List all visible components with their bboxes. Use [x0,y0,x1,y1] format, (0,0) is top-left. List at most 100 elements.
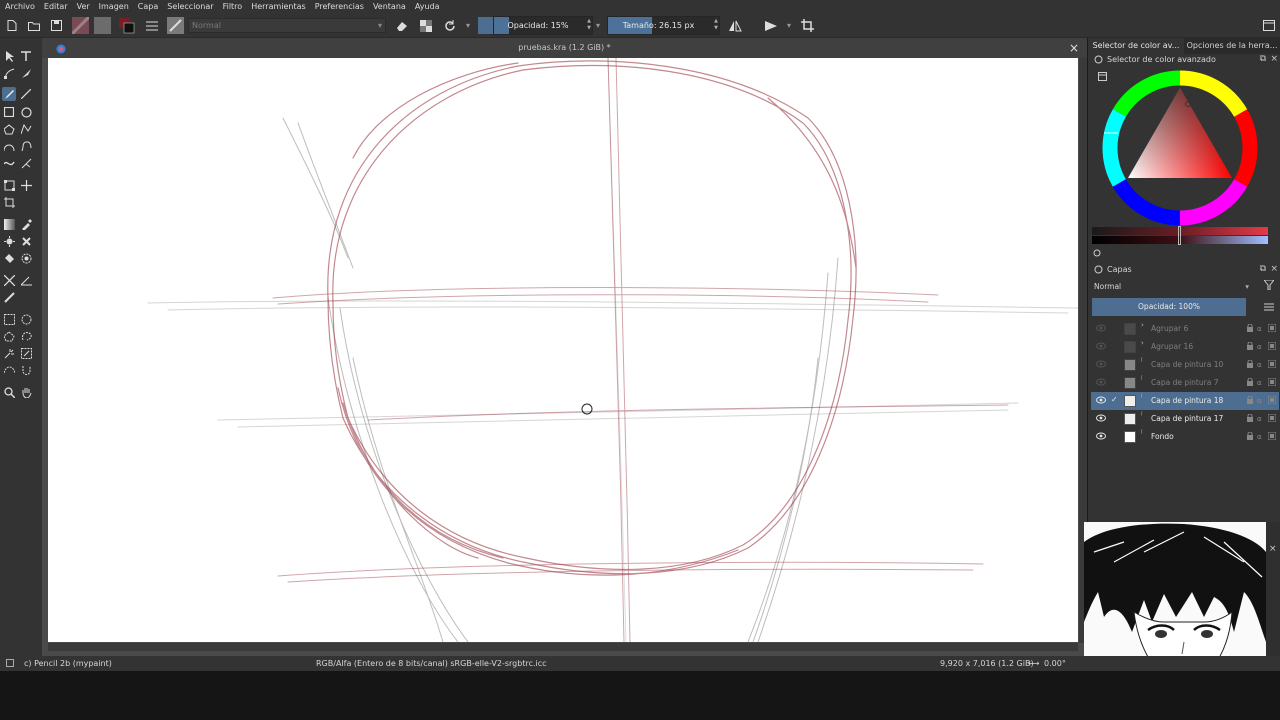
polyline-tool-icon[interactable] [19,122,33,136]
close-icon[interactable]: × [1269,544,1277,554]
visibility-eye-icon[interactable] [1096,432,1106,442]
bezier-curve-tool-icon[interactable] [2,139,16,153]
save-icon[interactable] [48,17,64,34]
visibility-eye-icon[interactable] [1096,324,1106,334]
tab-tool-options[interactable]: Opciones de la herra... [1184,38,1280,54]
visibility-eye-icon[interactable] [1096,342,1106,352]
color-swatch-icon[interactable] [477,17,493,34]
calligraphy-tool-icon[interactable] [19,66,33,80]
layer-row[interactable]: ✓ ᶴ Capa de pintura 18 α [1091,392,1279,410]
edit-shapes-tool-icon[interactable] [2,66,16,80]
visibility-eye-icon[interactable] [1096,396,1106,406]
shade-marker[interactable] [1178,226,1181,245]
chevron-down-icon[interactable]: ▾ [594,17,602,34]
pan-tool-icon[interactable] [19,385,33,399]
close-document-icon[interactable]: × [1069,40,1079,56]
assistant-tool-icon[interactable] [2,273,16,287]
expand-chevron-icon[interactable]: › [1141,321,1144,329]
layer-blend-select[interactable]: Normal ▾ [1091,280,1253,293]
spin-arrows-icon[interactable]: ▲ ▼ [714,18,718,32]
freehand-brush-tool-icon[interactable] [2,87,16,101]
smart-patch-tool-icon[interactable] [19,234,33,248]
measure-tool-icon[interactable] [19,273,33,287]
float-panel-icon[interactable]: ⧉ [1260,54,1266,64]
layer-row[interactable]: ᶴ Fondo α [1091,428,1279,446]
ellipse-select-tool-icon[interactable] [19,312,33,326]
similar-select-tool-icon[interactable] [19,346,33,360]
lock-icon[interactable] [1246,323,1254,332]
zoom-tool-icon[interactable] [2,385,16,399]
menu-imagen[interactable]: Imagen [99,2,129,11]
layer-row[interactable]: › Agrupar 6 α [1091,320,1279,338]
menu-seleccionar[interactable]: Seleccionar [167,2,213,11]
fill-tool-icon[interactable] [2,251,16,265]
inherit-alpha-icon[interactable] [1267,359,1277,369]
layer-style-icon[interactable]: ᶴ [1141,393,1143,401]
layer-row[interactable]: ᶴ Capa de pintura 17 α [1091,410,1279,428]
reference-images-tool-icon[interactable] [2,290,16,304]
opacity-slider[interactable]: Opacidad: 15% ▲ ▼ [493,16,593,35]
lock-icon[interactable] [1246,413,1254,422]
layer-row[interactable]: ᶴ Capa de pintura 10 α [1091,356,1279,374]
alpha-lock-icon[interactable]: α [1257,378,1265,387]
line-tool-icon[interactable] [19,87,33,101]
magnetic-select-tool-icon[interactable] [19,363,33,377]
alpha-lock-icon[interactable] [418,17,434,34]
move-tool-icon[interactable] [19,178,33,192]
alpha-lock-icon[interactable]: α [1257,360,1265,369]
float-panel-icon[interactable]: ⧉ [1260,264,1266,274]
inherit-alpha-icon[interactable] [1267,377,1277,387]
alpha-lock-icon[interactable]: α [1257,324,1265,333]
colorize-mask-tool-icon[interactable] [2,234,16,248]
filter-icon[interactable] [1262,279,1276,292]
layer-style-icon[interactable]: ᶴ [1141,429,1143,437]
visibility-eye-icon[interactable] [1096,378,1106,388]
chevron-down-icon[interactable]: ▾ [785,17,793,34]
horizontal-scrollbar[interactable] [48,643,1078,651]
pattern-swatch-icon[interactable] [93,17,111,34]
mirror-vertical-icon[interactable] [763,17,779,34]
menu-ayuda[interactable]: Ayuda [415,2,440,11]
spin-arrows-icon[interactable]: ▲ ▼ [587,18,591,32]
inherit-alpha-icon[interactable] [1267,323,1277,333]
close-panel-icon[interactable]: × [1270,54,1278,64]
menu-capa[interactable]: Capa [138,2,158,11]
alpha-lock-icon[interactable]: α [1257,396,1265,405]
menu-editar[interactable]: Editar [44,2,68,11]
lock-icon[interactable] [1246,377,1254,386]
expand-chevron-icon[interactable]: › [1141,339,1144,347]
inherit-alpha-icon[interactable] [1267,413,1277,423]
hue-ring[interactable] [1092,68,1274,248]
brush-preset-icon[interactable] [166,17,184,34]
rotation-value[interactable]: 0.00° [1044,659,1066,668]
ellipse-tool-icon[interactable] [19,105,33,119]
layers-settings-icon[interactable] [1094,265,1103,276]
color-menu-icon[interactable] [1098,72,1107,83]
settings-icon[interactable] [1094,55,1103,66]
open-folder-icon[interactable] [26,17,42,34]
color-wheel-area[interactable] [1092,68,1274,248]
menu-herramientas[interactable]: Herramientas [251,2,306,11]
lock-icon[interactable] [1246,341,1254,350]
lock-icon[interactable] [1246,395,1254,404]
menu-ver[interactable]: Ver [77,2,90,11]
visibility-eye-icon[interactable] [1096,414,1106,424]
inherit-alpha-icon[interactable] [1267,395,1277,405]
drawing-canvas[interactable] [48,58,1078,642]
visibility-eye-icon[interactable] [1096,360,1106,370]
wrap-around-icon[interactable] [799,17,815,34]
rectangle-tool-icon[interactable] [2,105,16,119]
dynamic-brush-tool-icon[interactable] [2,156,16,170]
freehand-select-tool-icon[interactable] [19,329,33,343]
brush-settings-icon[interactable] [144,17,160,34]
multibrush-tool-icon[interactable] [19,156,33,170]
blend-mode-select[interactable]: Normal ▾ [188,18,386,33]
enclose-fill-tool-icon[interactable] [19,251,33,265]
gradient-swatch-icon[interactable] [71,17,89,34]
fg-bg-color-icon[interactable] [118,17,136,34]
mirror-horizontal-icon[interactable] [727,17,743,34]
lock-icon[interactable] [1246,359,1254,368]
layer-row[interactable]: ᶴ Capa de pintura 7 α [1091,374,1279,392]
window-toggle-icon[interactable] [1262,17,1276,34]
polygon-tool-icon[interactable] [2,122,16,136]
